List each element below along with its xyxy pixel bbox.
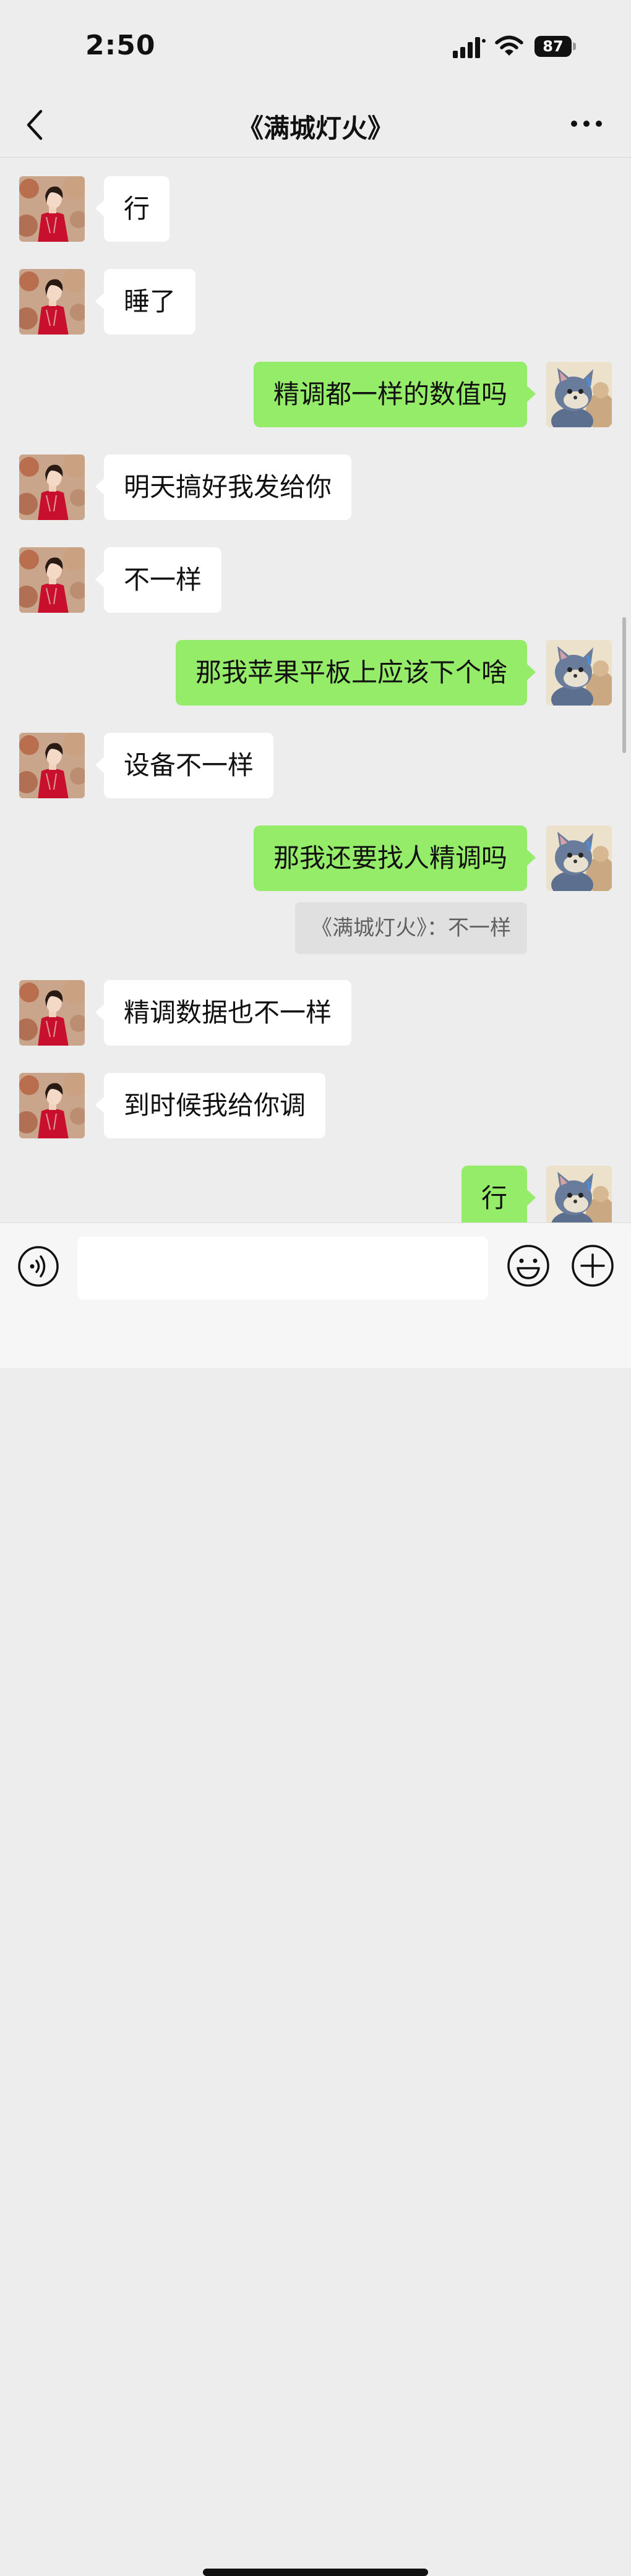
plus-icon[interactable] [570, 1243, 615, 1288]
incoming-message-row: 不一样 [0, 547, 631, 614]
chat-title: 《满城灯火》 [237, 113, 393, 143]
input-bar [0, 1222, 631, 2576]
message-input[interactable] [77, 1237, 488, 1300]
message-bubble[interactable]: 设备不一样 [95, 733, 274, 798]
outgoing-message-row: 那我苹果平板上应该下个啥 [0, 640, 631, 707]
outgoing-message-row: 精调都一样的数值吗 [0, 362, 631, 429]
contact-avatar[interactable] [19, 547, 85, 613]
contact-avatar[interactable] [19, 1073, 85, 1138]
contact-avatar[interactable] [19, 733, 85, 798]
emoji-icon[interactable] [506, 1243, 551, 1288]
message-bubble[interactable]: 不一样 [95, 547, 222, 613]
battery-icon: 87 [534, 36, 577, 57]
message-bubble[interactable]: 睡了 [95, 269, 196, 335]
message-bubble[interactable]: 明天搞好我发给你 [95, 454, 352, 520]
contact-avatar[interactable] [19, 980, 85, 1046]
message-bubble[interactable]: 精调都一样的数值吗 [253, 362, 536, 427]
wifi-icon [495, 35, 523, 56]
message-bubble[interactable]: 到时候我给你调 [95, 1073, 326, 1138]
outgoing-message-row: 行 [0, 1166, 631, 1222]
my-avatar[interactable] [546, 362, 612, 427]
contact-avatar[interactable] [19, 454, 85, 520]
status-time: 2:50 [85, 30, 156, 61]
nav-bar: 《满城灯火》 [0, 93, 631, 158]
outgoing-message-row: 那我还要找人精调吗 [0, 825, 631, 892]
my-avatar[interactable] [546, 640, 612, 706]
battery-cap [573, 43, 576, 50]
message-bubble[interactable]: 精调数据也不一样 [95, 980, 352, 1046]
message-bubble[interactable]: 那我还要找人精调吗 [253, 825, 536, 891]
message-bubble[interactable]: 那我苹果平板上应该下个啥 [175, 640, 536, 706]
quoted-reply[interactable]: 《满城灯火》：不一样 [295, 902, 527, 954]
battery-level: 87 [543, 38, 564, 55]
my-avatar[interactable] [546, 1166, 612, 1222]
message-bubble[interactable]: 行 [461, 1166, 536, 1222]
message-bubble[interactable]: 行 [95, 176, 170, 242]
incoming-message-row: 行 [0, 176, 631, 243]
home-indicator [203, 2569, 428, 2576]
incoming-message-row: 睡了 [0, 269, 631, 336]
contact-avatar[interactable] [19, 176, 85, 242]
incoming-message-row: 到时候我给你调 [0, 1073, 631, 1140]
voice-icon[interactable] [17, 1245, 59, 1287]
more-dots-icon[interactable] [569, 111, 604, 136]
my-avatar[interactable] [546, 825, 612, 891]
incoming-message-row: 设备不一样 [0, 733, 631, 800]
chat-area[interactable]: 行睡了 精调都一样的数值吗 明天搞好我发给你 不一样 那我苹果平板上应该下个啥 设备不一样… [0, 158, 631, 1222]
contact-avatar[interactable] [19, 269, 85, 335]
incoming-message-row: 精调数据也不一样 [0, 980, 631, 1047]
status-bar: 2:50 87 [0, 0, 631, 93]
incoming-message-row: 明天搞好我发给你 [0, 454, 631, 521]
scroll-indicator[interactable] [622, 617, 626, 753]
cellular-signal-icon [453, 37, 486, 58]
